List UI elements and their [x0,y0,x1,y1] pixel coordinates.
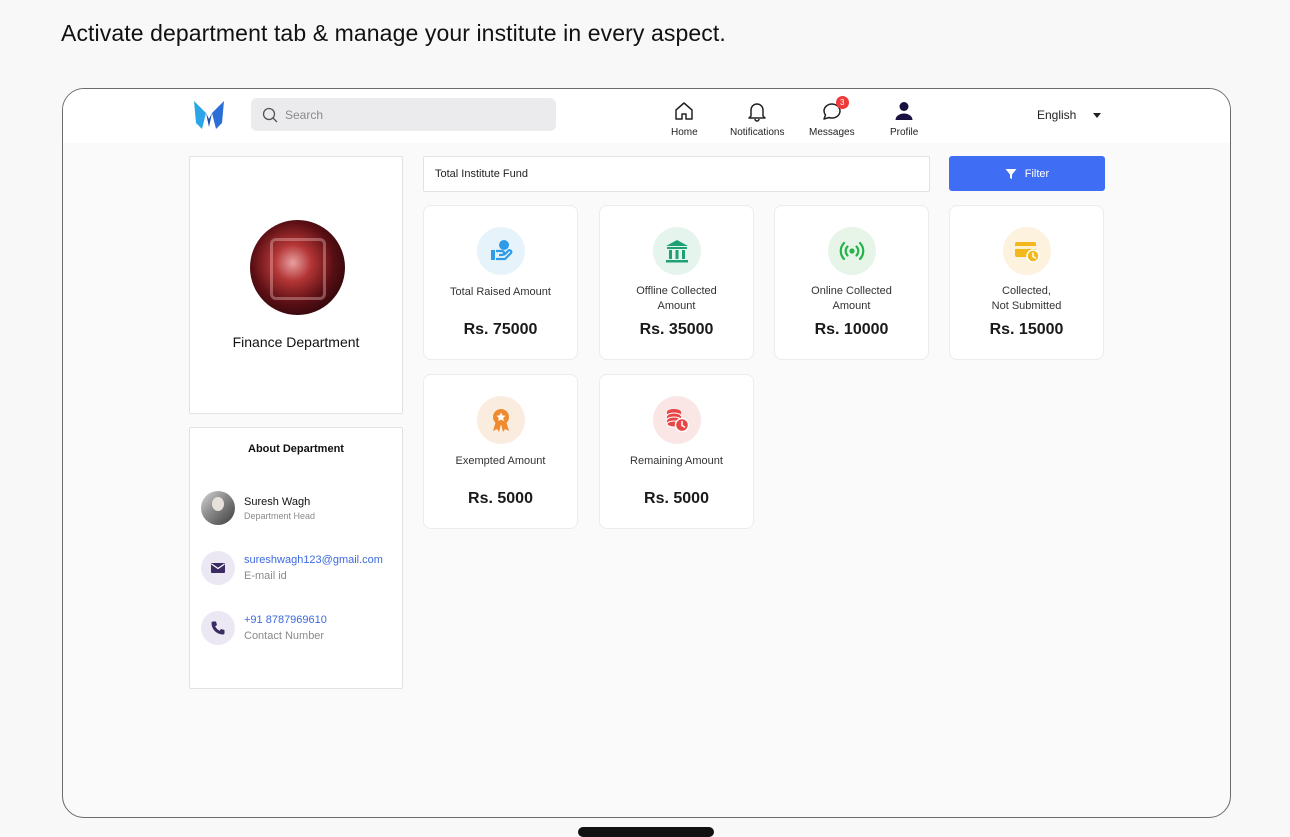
stat-icon-bg [477,227,525,275]
search-input[interactable]: Search [285,108,323,122]
stat-remaining[interactable]: Remaining Amount Rs. 5000 [599,374,754,529]
department-profile-card: Finance Department [189,156,403,414]
search-bar[interactable]: Search [251,98,556,131]
messages-badge: 3 [835,96,849,109]
stat-icon-bg [653,227,701,275]
about-department-card: About Department Suresh Wagh Department … [189,427,403,689]
filter-label: Filter [1024,167,1050,180]
nav-profile-label: Profile [890,127,919,138]
stat-value: Rs. 5000 [644,490,709,507]
filter-icon [1005,168,1017,179]
stat-value: Rs. 15000 [989,321,1064,338]
email-contact: sureshwagh123@gmail.com E-mail id [201,551,383,585]
stat-exempted[interactable]: Exempted Amount Rs. 5000 [423,374,578,529]
stat-collected-not-submitted[interactable]: Collected, Not Submitted Rs. 15000 [949,205,1104,360]
about-title: About Department [248,443,344,455]
hand-coin-icon [491,240,513,261]
email-link[interactable]: sureshwagh123@gmail.com [244,554,383,566]
stat-offline-collected[interactable]: Offline Collected Amount Rs. 35000 [599,205,754,360]
chevron-down-icon [1093,112,1102,118]
department-avatar[interactable] [250,220,345,315]
nav-profile[interactable]: Profile [890,100,918,138]
stat-label: Exempted Amount [455,455,546,467]
stat-label: Online Collected Amount [811,285,892,312]
stat-icon-bg [828,227,876,275]
stat-value: Rs. 10000 [814,321,889,338]
stat-icon-bg [1003,227,1051,275]
stat-label: Remaining Amount [630,455,723,467]
coins-clock-icon [666,409,690,433]
filter-button[interactable]: Filter [949,156,1105,191]
stat-value: Rs. 5000 [468,490,533,507]
fund-select-value: Total Institute Fund [435,168,528,180]
phone-label: Contact Number [244,630,325,642]
signal-icon [839,241,865,261]
search-icon [262,107,278,122]
stat-icon-bg [653,396,701,444]
stat-total-raised[interactable]: Total Raised Amount Rs. 75000 [423,205,578,360]
department-name: Finance Department [232,334,360,350]
stat-value: Rs. 35000 [639,321,714,338]
nav-notifications-label: Notifications [730,127,785,138]
mail-icon [211,563,225,573]
stat-label: Collected, Not Submitted [991,285,1062,312]
award-icon [493,409,509,432]
home-indicator [578,827,714,837]
home-icon [675,102,694,120]
bell-icon [748,103,766,122]
stat-label: Offline Collected Amount [636,285,717,312]
language-value: English [1037,108,1077,122]
nav-home[interactable]: Home [671,100,698,138]
stat-value: Rs. 75000 [463,321,538,338]
fund-select[interactable]: Total Institute Fund [423,156,930,192]
avatar [201,491,235,525]
phone-contact: +91 8787969610 Contact Number [201,611,327,645]
nav-notifications[interactable]: Notifications [730,100,784,138]
department-head[interactable]: Suresh Wagh Department Head [201,491,315,525]
head-role: Department Head [244,510,316,521]
stat-online-collected[interactable]: Online Collected Amount Rs. 10000 [774,205,929,360]
stat-icon-bg [477,396,525,444]
language-select[interactable]: English [1037,108,1102,122]
phone-link[interactable]: +91 8787969610 [244,614,327,626]
page-headline: Activate department tab & manage your in… [61,20,726,46]
phone-icon [211,621,225,635]
card-clock-icon [1015,242,1040,263]
nav-messages-label: Messages [809,127,855,138]
app-window: Search Home Notifications 3 Messages Pro… [62,88,1231,818]
app-logo[interactable] [192,97,226,133]
user-icon [895,102,913,120]
nav-messages[interactable]: 3 Messages [809,96,855,138]
top-bar: Search Home Notifications 3 Messages Pro… [63,89,1230,143]
stat-label: Total Raised Amount [450,286,551,298]
bank-icon [666,240,688,263]
head-name: Suresh Wagh [244,495,311,508]
email-label: E-mail id [244,570,287,582]
nav-home-label: Home [671,127,698,138]
